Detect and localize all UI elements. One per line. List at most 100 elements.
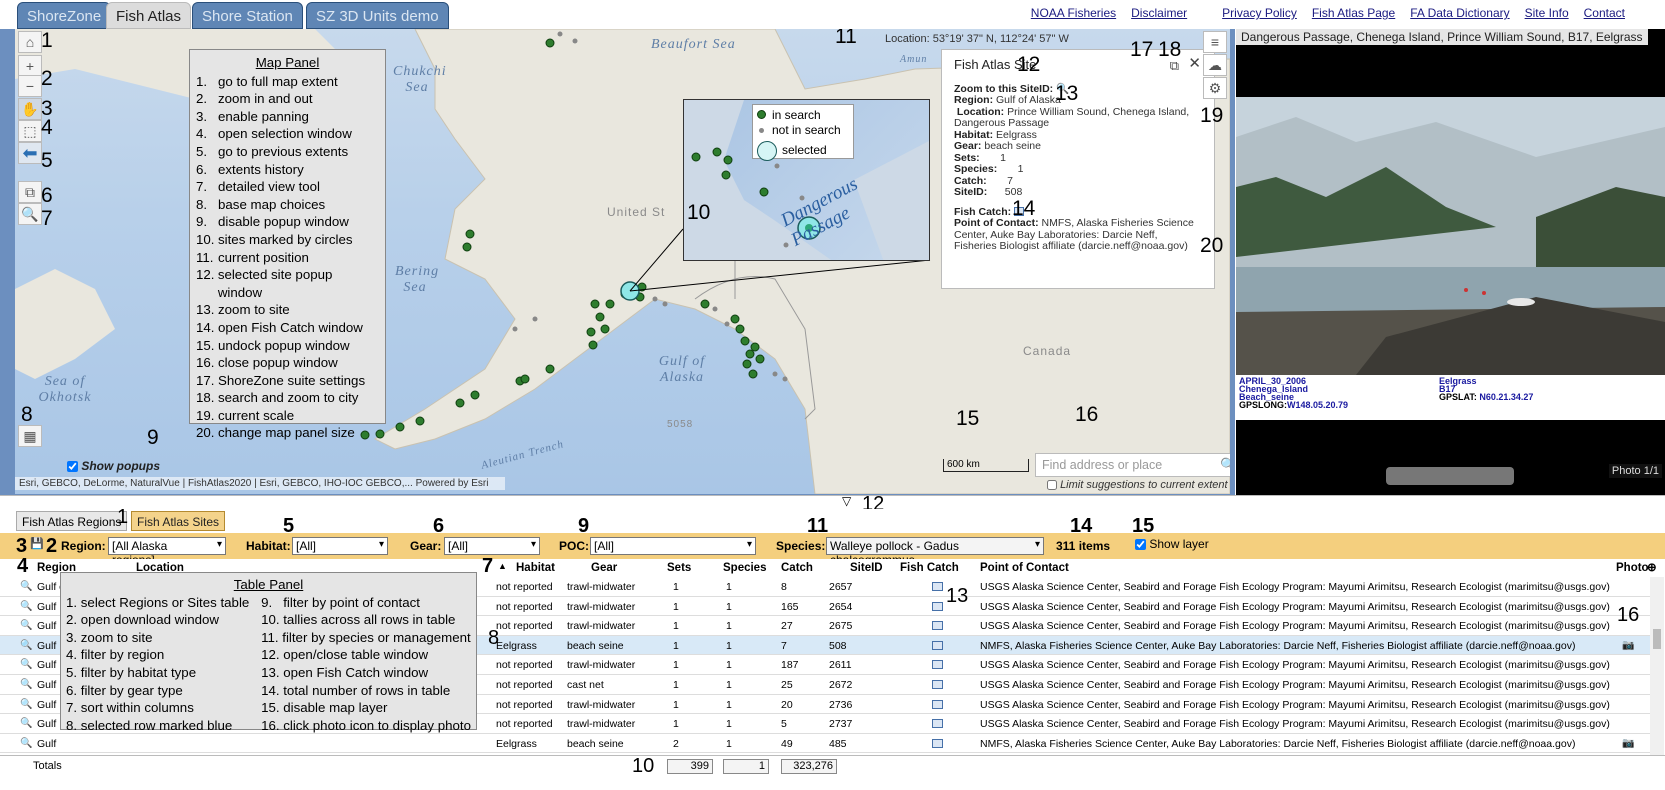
photo-gpslat: N60.21.34.27 — [1479, 392, 1534, 402]
scroll-thumb[interactable] — [1653, 629, 1661, 649]
pan-button[interactable]: ✋ — [18, 98, 42, 120]
previous-extent-button[interactable]: ⬅ — [18, 142, 42, 164]
col-point-of-contact[interactable]: Point of Contact — [980, 562, 1069, 574]
fish-catch-icon[interactable] — [932, 699, 943, 709]
zoom-in-button[interactable]: + — [18, 55, 42, 77]
panel-divider[interactable]: ▽ 12 — [0, 493, 1665, 515]
zoom-to-site-icon[interactable]: 🔍 — [20, 679, 32, 690]
scale-button[interactable]: ⚙ — [1203, 77, 1227, 99]
link-privacy-policy[interactable]: Privacy Policy — [1222, 6, 1297, 20]
zoom-to-site-icon[interactable]: 🔍 — [20, 738, 32, 749]
extents-history-button[interactable]: ⧉ — [18, 181, 42, 203]
callout-10: 10 — [687, 201, 711, 224]
close-icon[interactable]: ✕ — [1188, 56, 1201, 70]
tab-fish-atlas-sites[interactable]: Fish Atlas Sites — [131, 511, 226, 531]
settings-menu-button[interactable]: ≡ — [1203, 31, 1227, 53]
zoom-to-site-icon[interactable]: 🔍 — [20, 640, 32, 651]
col-siteid[interactable]: SiteID — [850, 562, 883, 574]
map-canvas[interactable]: Beaufort Sea Chukchi Sea Bering Sea Sea … — [15, 29, 1230, 494]
zoom-to-site-icon[interactable]: 🔍 — [20, 718, 32, 729]
col-gear[interactable]: Gear — [591, 562, 617, 574]
tab-fish-atlas[interactable]: Fish Atlas — [106, 2, 192, 29]
link-noaa-fisheries[interactable]: NOAA Fisheries — [1031, 6, 1116, 20]
table-row[interactable]: 🔍 Gulf Eelgrass beach seine 2 1 49 485 NMFS, Ala… — [0, 734, 1650, 754]
sort-icon[interactable]: ▲ — [498, 561, 507, 571]
link-disclaimer[interactable]: Disclaimer — [1131, 6, 1187, 20]
limit-checkbox[interactable] — [1047, 480, 1057, 491]
map-panel-item: 6. extents history — [196, 161, 379, 179]
address-search-input[interactable]: Find address or place — [1035, 453, 1230, 477]
detailed-view-button[interactable]: 🔍 — [18, 203, 42, 225]
link-fa-data-dictionary[interactable]: FA Data Dictionary — [1410, 6, 1509, 20]
zoom-out-button[interactable]: − — [18, 75, 42, 97]
fish-catch-icon[interactable] — [932, 719, 943, 729]
col-fish-catch[interactable]: Fish Catch — [900, 562, 959, 574]
tab-sz-3d-units[interactable]: SZ 3D Units demo — [306, 2, 449, 29]
map-panel-item-number: 8. — [196, 196, 208, 212]
download-icon[interactable]: 💾 — [30, 537, 44, 550]
fish-catch-icon[interactable] — [932, 640, 943, 650]
gear-select[interactable]: [All] — [444, 537, 540, 555]
fish-catch-icon[interactable] — [932, 601, 943, 611]
cell-sets: 1 — [673, 620, 679, 633]
col-species[interactable]: Species — [723, 562, 766, 574]
map-panel-item-number: 13. — [196, 302, 215, 318]
popup-catch-label: Catch: — [954, 174, 987, 187]
cell-siteid: 2611 — [829, 659, 852, 672]
region-select[interactable]: [All Alaska regions] — [108, 537, 226, 567]
collapse-table-icon[interactable]: ▽ — [842, 494, 851, 508]
poc-select[interactable]: [All] — [590, 537, 756, 555]
callout-12: 12 — [1017, 53, 1041, 76]
table-scrollbar[interactable] — [1650, 577, 1664, 755]
col-catch[interactable]: Catch — [781, 562, 813, 574]
camera-icon[interactable]: 📷 — [1622, 640, 1634, 651]
link-contact[interactable]: Contact — [1584, 6, 1625, 20]
search-icon[interactable]: 🔍 — [1220, 457, 1230, 473]
zoom-to-site-icon[interactable]: 🔍 — [20, 601, 32, 612]
total-species: 1 — [723, 759, 769, 774]
tab-shore-station[interactable]: Shore Station — [192, 2, 303, 29]
basemap-button[interactable]: ▦ — [18, 425, 42, 447]
zoom-to-site-icon[interactable]: 🔍 — [20, 620, 32, 631]
show-popups-toggle[interactable]: Show popups — [67, 459, 160, 473]
table-panel-item: 6. filter by gear type — [66, 682, 183, 698]
photo-slider[interactable] — [1386, 467, 1514, 485]
fish-catch-icon[interactable] — [932, 582, 943, 591]
species-filter-button[interactable]: Walleye pollock - Gadus chalcogrammus — [826, 537, 1044, 567]
habitat-select[interactable]: [All] — [292, 537, 388, 555]
zoom-to-site-icon[interactable]: 🔍 — [20, 659, 32, 670]
map-panel-item-number: 11. — [196, 249, 214, 265]
map-panel-item-number: 6. — [196, 161, 208, 177]
table-panel-item: 15. disable map layer — [261, 700, 388, 716]
plus-icon: + — [25, 58, 35, 74]
map-panel-item: 13. zoom to site — [196, 301, 379, 319]
col-photo[interactable]: Photo — [1616, 562, 1649, 574]
fish-catch-icon[interactable] — [932, 680, 943, 689]
show-layer-checkbox[interactable] — [1135, 539, 1146, 551]
city-search-button[interactable]: ☁ — [1203, 54, 1227, 76]
col-habitat[interactable]: Habitat — [516, 562, 555, 574]
limit-suggestions[interactable]: Limit suggestions to current extent — [1047, 479, 1228, 491]
map-panel-item-label: go to full map extent — [218, 73, 338, 89]
popup-species: 1 — [1017, 163, 1024, 175]
map-panel-item-number: 5. — [196, 143, 208, 159]
fish-catch-icon[interactable] — [932, 621, 943, 631]
cell-species: 1 — [726, 600, 732, 613]
selection-button[interactable]: ⬚ — [18, 120, 42, 142]
col-sets[interactable]: Sets — [667, 562, 691, 574]
tab-shorezone[interactable]: ShoreZone — [17, 2, 112, 29]
fish-catch-icon[interactable] — [932, 660, 943, 670]
add-column-icon[interactable]: ⊕ — [1647, 560, 1657, 574]
tab-fish-atlas-regions[interactable]: Fish Atlas Regions — [16, 511, 128, 531]
zoom-to-site-icon[interactable]: 🔍 — [20, 581, 32, 592]
callout-7: 7 — [41, 207, 53, 230]
link-fish-atlas-page[interactable]: Fish Atlas Page — [1312, 6, 1395, 20]
show-popups-checkbox[interactable] — [67, 461, 78, 473]
fish-catch-icon[interactable] — [932, 738, 943, 748]
link-site-info[interactable]: Site Info — [1525, 6, 1569, 20]
show-layer-toggle[interactable]: Show layer — [1135, 537, 1209, 551]
site-photo[interactable] — [1236, 97, 1665, 375]
zoom-to-site-icon[interactable]: 🔍 — [20, 699, 32, 710]
home-button[interactable]: ⌂ — [18, 31, 42, 53]
camera-icon[interactable]: 📷 — [1622, 738, 1634, 749]
